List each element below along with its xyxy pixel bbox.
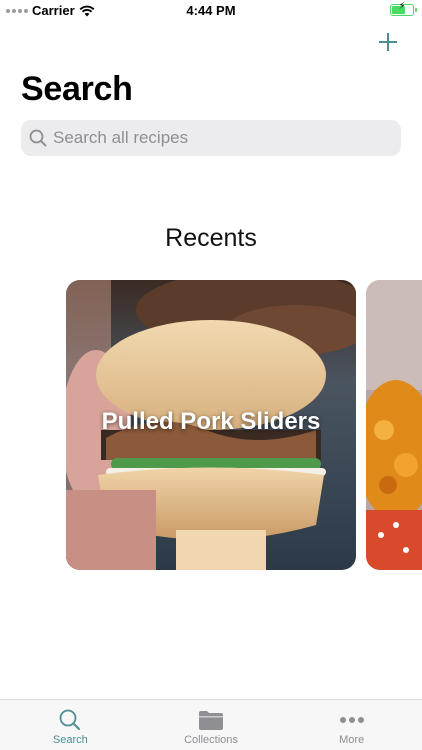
search-input[interactable]: [53, 128, 383, 148]
folder-icon: [199, 711, 223, 730]
tab-label: Search: [52, 734, 88, 746]
recent-recipe-card-peek[interactable]: [366, 280, 422, 570]
plus-icon: [379, 33, 397, 51]
tab-search[interactable]: Search: [0, 700, 141, 750]
status-time: 4:44 PM: [186, 3, 236, 18]
more-dots-icon: [339, 717, 364, 723]
search-field[interactable]: [21, 120, 401, 156]
add-recipe-button[interactable]: [376, 30, 400, 54]
search-icon: [29, 129, 47, 147]
recipe-card-title: Pulled Pork Sliders: [101, 408, 321, 435]
tab-label: Collections: [184, 734, 238, 746]
tab-bar: Search Collections More: [0, 699, 422, 750]
recent-recipe-card[interactable]: Pulled Pork Sliders: [66, 280, 356, 570]
tab-more[interactable]: More: [281, 700, 422, 750]
recents-heading: Recents: [165, 224, 257, 252]
status-bar: Carrier 4:44 PM ⚡: [0, 0, 422, 22]
charging-bolt-icon: ⚡: [398, 1, 406, 12]
page-title: Search: [21, 70, 133, 108]
tab-label: More: [339, 734, 365, 746]
recipe-photo: [366, 280, 422, 570]
search-icon: [59, 709, 81, 730]
tab-collections[interactable]: Collections: [141, 700, 282, 750]
battery-icon: ⚡: [390, 1, 417, 16]
